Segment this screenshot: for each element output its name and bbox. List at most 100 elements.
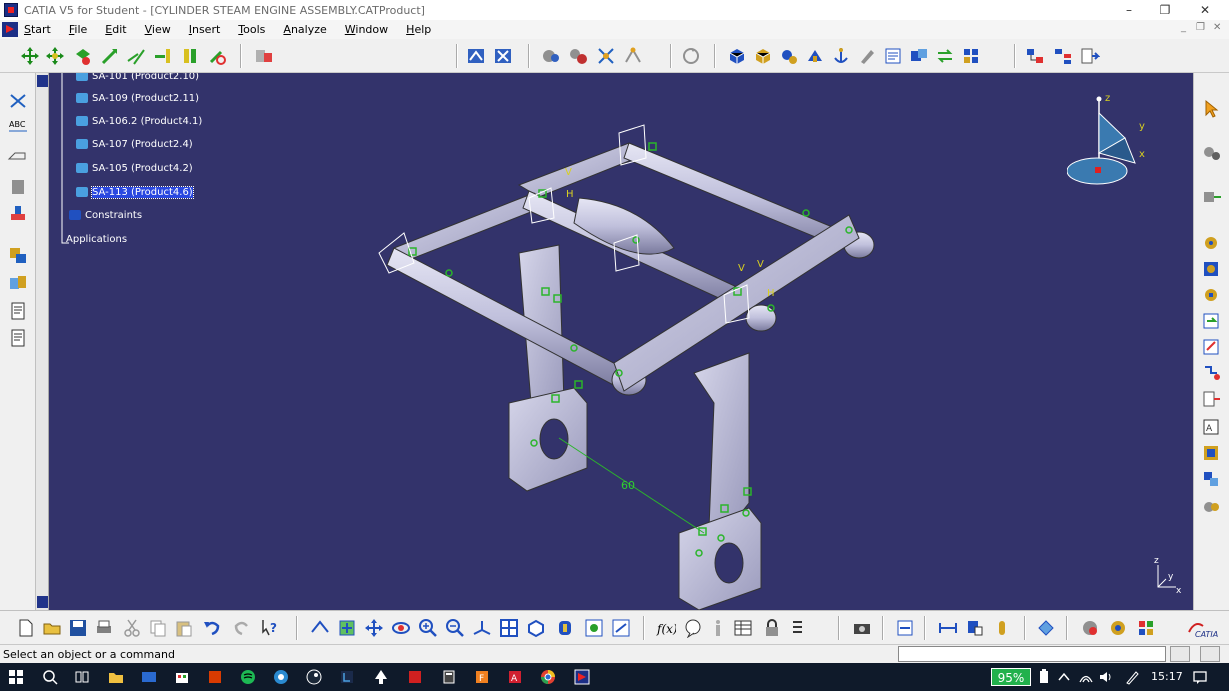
document-list-icon[interactable] <box>7 328 29 348</box>
fast-multi-instantiation-icon[interactable] <box>1201 497 1223 517</box>
pan-icon[interactable] <box>364 618 384 638</box>
doc-close-button[interactable]: ✕ <box>1213 22 1221 33</box>
capture-camera-icon[interactable] <box>852 618 872 638</box>
multi-view-icon[interactable] <box>499 618 519 638</box>
shading-icon[interactable] <box>555 618 575 638</box>
selective-load-icon[interactable]: A <box>1201 417 1223 437</box>
right-rod-end[interactable] <box>745 304 777 332</box>
refresh-icon[interactable] <box>681 46 701 66</box>
comment-icon[interactable] <box>683 618 703 638</box>
menu-tools[interactable]: Tools <box>238 23 265 36</box>
lock-knowledge-icon[interactable] <box>762 618 782 638</box>
measure-inertia-icon[interactable] <box>992 618 1012 638</box>
sketch-icon[interactable] <box>7 177 29 197</box>
contact-icon[interactable] <box>153 46 173 66</box>
apply-sphere-icon[interactable] <box>1080 618 1100 638</box>
steam-icon[interactable] <box>306 669 322 685</box>
spotify-icon[interactable] <box>240 669 256 685</box>
cube-blue-icon[interactable] <box>727 46 747 66</box>
cube-gold-icon[interactable] <box>753 46 773 66</box>
info-icon[interactable] <box>708 618 728 638</box>
search-button[interactable] <box>1200 646 1220 662</box>
menu-start[interactable]: Start <box>24 23 51 36</box>
tree-item-constraints[interactable]: Constraints <box>69 210 142 224</box>
new-product-icon[interactable] <box>1201 259 1223 279</box>
power-input-field[interactable] <box>898 646 1166 662</box>
distance-dimension-label[interactable]: 60 <box>621 479 635 492</box>
new-file-icon[interactable] <box>16 618 36 638</box>
list-knowledge-icon[interactable] <box>790 618 810 638</box>
anchor-icon[interactable] <box>831 46 851 66</box>
assembly-icon[interactable] <box>805 46 825 66</box>
section-icon[interactable] <box>596 46 616 66</box>
text-with-leader-icon[interactable]: ABC <box>7 117 29 137</box>
explode-icon[interactable] <box>73 46 93 66</box>
tree-expand-icon[interactable] <box>1053 46 1073 66</box>
restore-button[interactable]: ❐ <box>1145 0 1185 20</box>
zoom-in-icon[interactable] <box>418 618 438 638</box>
document-icon[interactable] <box>7 301 29 321</box>
fly-mode-icon[interactable] <box>466 46 486 66</box>
apply-material-icon[interactable] <box>1036 618 1056 638</box>
browser-app-icon[interactable] <box>273 669 289 685</box>
multi-instantiation-icon[interactable] <box>1201 469 1223 489</box>
swap-icon[interactable] <box>935 46 955 66</box>
generate-numbering-right-icon[interactable] <box>1201 389 1223 409</box>
scroll-up-button[interactable] <box>37 75 48 87</box>
chrome-icon[interactable] <box>540 669 556 685</box>
undo-icon[interactable] <box>202 618 222 638</box>
calculator-icon[interactable] <box>441 669 457 685</box>
store-icon[interactable] <box>174 669 190 685</box>
battery-plug-icon[interactable] <box>1036 669 1052 685</box>
minimize-button[interactable]: – <box>1109 0 1149 20</box>
tree-item[interactable]: SA-105 (Product4.2) <box>76 163 193 177</box>
offset-icon[interactable] <box>180 46 200 66</box>
design-mode-icon[interactable] <box>895 618 915 638</box>
new-component-icon[interactable] <box>1201 233 1223 253</box>
menu-view[interactable]: View <box>145 23 171 36</box>
menu-insert[interactable]: Insert <box>189 23 221 36</box>
menu-analyze[interactable]: Analyze <box>283 23 326 36</box>
print-icon[interactable] <box>94 618 114 638</box>
whats-this-help-icon[interactable]: ? <box>260 618 280 638</box>
stamp-icon[interactable] <box>7 203 29 223</box>
zoom-out-icon[interactable] <box>445 618 465 638</box>
hide-show-icon[interactable] <box>584 618 604 638</box>
task-view-icon[interactable] <box>74 669 90 685</box>
battery-indicator[interactable]: 95% <box>991 668 1031 686</box>
catalog-icon[interactable] <box>909 46 929 66</box>
solidworks-icon[interactable] <box>407 669 423 685</box>
manage-representations-icon[interactable] <box>1201 443 1223 463</box>
doc-minimize-button[interactable]: _ <box>1181 22 1186 33</box>
clock-time[interactable]: 15:17 <box>1151 663 1183 691</box>
tree-item-applications[interactable]: Applications <box>66 234 127 248</box>
insert-part-icon[interactable] <box>7 273 29 293</box>
bill-of-material-icon[interactable] <box>883 46 903 66</box>
snap-icon[interactable] <box>45 46 65 66</box>
fit-all-icon[interactable] <box>493 46 513 66</box>
windows-start-icon[interactable] <box>8 669 24 685</box>
analyze-icon[interactable] <box>541 46 561 66</box>
product-structure-icon[interactable] <box>1025 46 1045 66</box>
select-arrow-icon[interactable] <box>1201 99 1223 119</box>
constraint-symbols[interactable] <box>408 142 853 557</box>
new-part-icon[interactable] <box>1201 285 1223 305</box>
tree-item[interactable]: SA-101 (Product2.10) <box>76 73 199 85</box>
flag-note-icon[interactable] <box>7 145 29 165</box>
notifications-icon[interactable] <box>1192 669 1208 685</box>
multi-instance-icon[interactable] <box>961 46 981 66</box>
3d-viewport[interactable]: 60 V H V V H SA-101 (Product2.10) SA-109… <box>49 73 1193 610</box>
clash-icon[interactable] <box>568 46 588 66</box>
distance-icon[interactable] <box>623 46 643 66</box>
cut-icon[interactable] <box>122 618 142 638</box>
graph-tree-reordering-icon[interactable] <box>1201 363 1223 383</box>
axis-system-icon[interactable] <box>7 91 29 111</box>
stop-manipulate-icon[interactable] <box>100 46 120 66</box>
front-rod[interactable] <box>386 247 630 390</box>
compass-widget[interactable]: z y x <box>1067 93 1157 193</box>
tree-item[interactable]: SA-109 (Product2.11) <box>76 93 199 107</box>
photo-studio-icon[interactable] <box>1108 618 1128 638</box>
search-icon[interactable] <box>42 669 58 685</box>
file-explorer-icon[interactable] <box>108 669 124 685</box>
right-support-leg[interactable] <box>693 352 750 529</box>
